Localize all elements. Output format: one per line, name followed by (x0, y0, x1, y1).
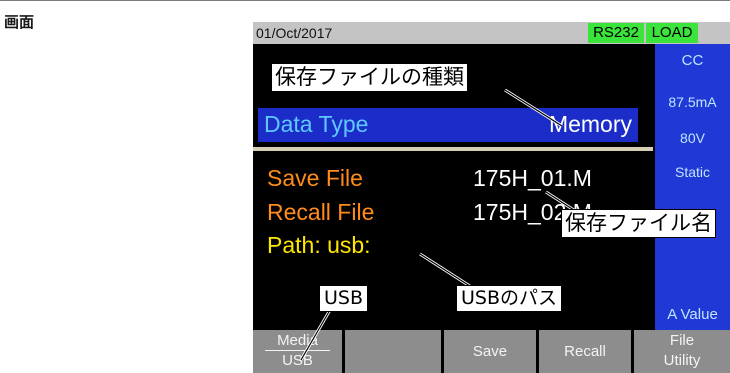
date-display: 01/Oct/2017 (256, 25, 333, 41)
recall-softkey[interactable]: Recall (539, 330, 631, 373)
recall-softkey-label: Recall (564, 343, 606, 360)
save-softkey[interactable]: Save (444, 330, 536, 373)
data-type-label: Data Type (264, 111, 369, 137)
save-file-label: Save File (267, 165, 363, 191)
data-type-value: Memory (548, 111, 632, 137)
save-file-value[interactable]: 175H_01.M (473, 165, 592, 192)
file-utility-softkey[interactable]: File Utility (634, 330, 730, 373)
softkey-bar: Media USB Save Recall File Utility (253, 330, 730, 373)
status-bar: 01/Oct/2017 RS232 LOAD (253, 22, 730, 44)
usb-callout: USB (319, 285, 369, 312)
data-type-callout: 保存ファイルの種類 (271, 63, 468, 92)
voltage-value: 80V (680, 130, 705, 146)
file-name-callout: 保存ファイル名 (561, 209, 716, 238)
media-softkey-value: USB (282, 352, 313, 369)
current-value: 87.5mA (668, 94, 717, 110)
save-softkey-label: Save (472, 343, 508, 360)
path-label: Path: usb: (267, 232, 371, 258)
file-utility-line2: Utility (663, 352, 701, 369)
load-status-badge: LOAD (646, 23, 698, 43)
value-type: A Value (667, 306, 718, 323)
status-side-panel: CC 87.5mA 80V Static A Value (655, 44, 730, 330)
usb-path-callout: USBのパス (456, 285, 563, 312)
media-softkey-divider (265, 350, 330, 351)
file-utility-line1: File (669, 332, 695, 349)
data-type-selector[interactable]: Data Type Memory (258, 108, 638, 142)
response-mode: Static (674, 164, 710, 180)
interface-badge: RS232 (588, 23, 644, 43)
media-softkey-label: Media (277, 332, 318, 349)
mode-indicator: CC (681, 52, 704, 69)
top-rule (0, 0, 730, 1)
recall-file-label: Recall File (267, 199, 375, 225)
media-softkey[interactable]: Media USB (253, 330, 342, 373)
page-label: 画面 (4, 13, 35, 31)
blank-softkey[interactable] (345, 330, 441, 373)
